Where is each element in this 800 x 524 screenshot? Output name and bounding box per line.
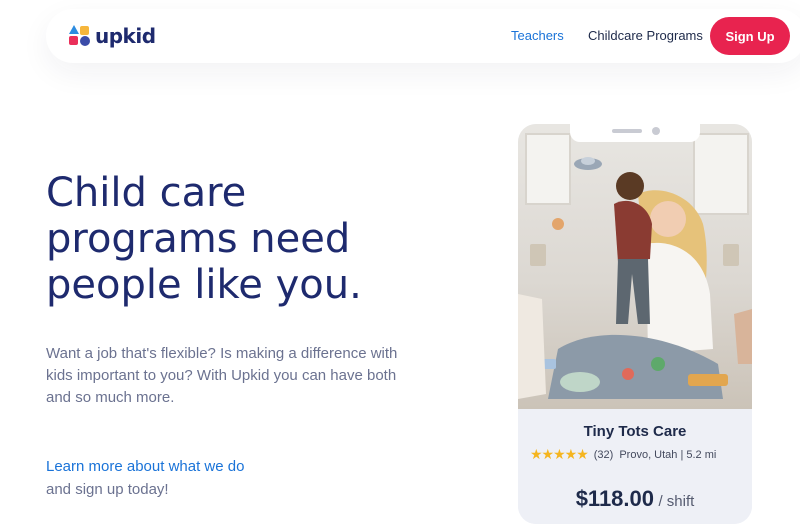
program-name: Tiny Tots Care: [583, 423, 687, 440]
program-card-phone[interactable]: Tiny Tots Care ★★★★★ (32) Provo, Utah | …: [518, 124, 752, 524]
program-card-info: Tiny Tots Care ★★★★★ (32) Provo, Utah | …: [518, 409, 752, 524]
hero-title-line: Child care: [46, 170, 247, 216]
program-rating-row: ★★★★★ (32) Provo, Utah | 5.2 mi: [530, 446, 752, 463]
shift-price: $118.00: [575, 486, 654, 511]
logo-text: upkid: [95, 24, 156, 48]
logo-shapes-icon: [68, 25, 90, 47]
photo-illustration: [518, 133, 752, 399]
hero-title: Child care programs need people like you…: [46, 170, 426, 308]
phone-notch: [570, 124, 700, 142]
hero-title-line: programs need: [46, 216, 351, 262]
hero-description-line: Want a job that's flexible? Is making a …: [46, 345, 398, 362]
program-location: Provo, Utah | 5.2 mi: [619, 448, 717, 461]
star-rating-icon: ★★★★★: [530, 446, 589, 462]
learn-more-link[interactable]: Learn more about what we do: [46, 458, 244, 475]
nav-link-childcare-programs[interactable]: Childcare Programs: [588, 28, 703, 43]
speaker-icon: [612, 129, 642, 133]
hero-description-line: and so much more.: [46, 389, 175, 406]
hero-description-line: kids important to you? With Upkid you ca…: [46, 367, 397, 384]
nav-link-teachers[interactable]: Teachers: [511, 28, 564, 43]
hero-title-line: people like you.: [46, 262, 362, 308]
rating-count: (32): [593, 448, 614, 461]
top-navbar: upkid Teachers Childcare Programs Sign U…: [46, 9, 800, 63]
sign-up-button[interactable]: Sign Up: [710, 17, 790, 55]
camera-icon: [652, 127, 660, 135]
program-photo: [518, 124, 752, 409]
upkid-logo[interactable]: upkid: [68, 23, 156, 49]
hero-description: Want a job that's flexible? Is making a …: [46, 343, 416, 409]
price-unit: / shift: [658, 493, 695, 510]
sign-up-today-text: and sign up today!: [46, 481, 169, 498]
price-row: $118.00 / shift: [518, 486, 752, 512]
